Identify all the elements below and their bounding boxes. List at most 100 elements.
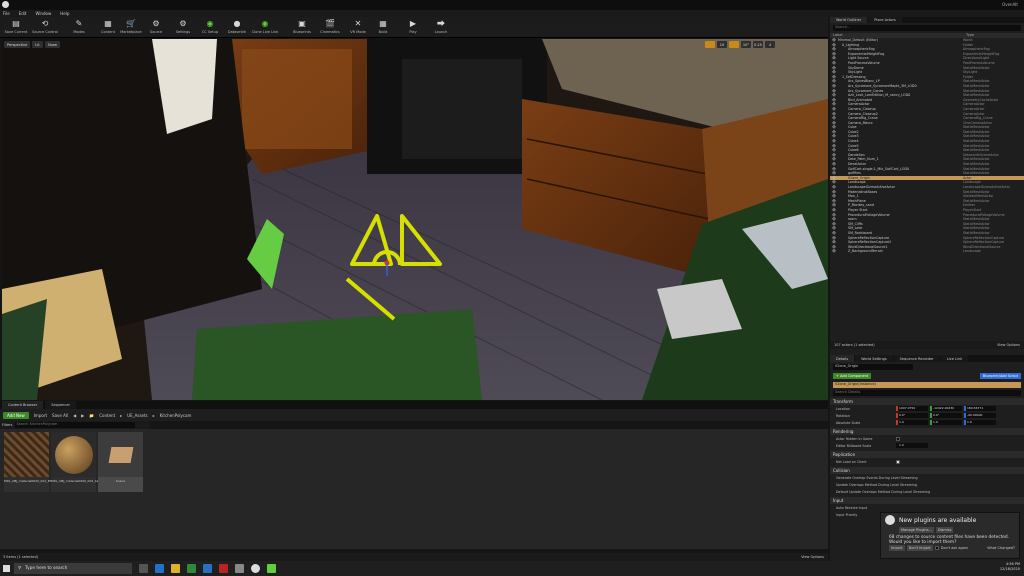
- dismiss-button[interactable]: Dismiss: [935, 527, 954, 533]
- lit-button[interactable]: Lit: [32, 41, 43, 48]
- location-z[interactable]: 180.56771: [964, 406, 996, 411]
- input-section[interactable]: Input: [830, 497, 1024, 504]
- source-control-icon: ⟲: [41, 19, 49, 28]
- modes-button[interactable]: ✎ Modes: [64, 18, 94, 34]
- back-arrow-icon[interactable]: ◀: [73, 413, 76, 418]
- tab-content-browser[interactable]: Content Browser: [2, 401, 44, 409]
- iclone-icon[interactable]: [267, 564, 276, 573]
- scale-snap-value[interactable]: 0.25: [753, 41, 763, 48]
- details-search-input[interactable]: Search Details: [833, 390, 1021, 396]
- add-component-button[interactable]: + Add Component: [833, 373, 872, 379]
- task-view-icon[interactable]: [139, 564, 148, 573]
- component-instance[interactable]: iClone_Origin(Instance): [833, 382, 1021, 388]
- add-new-button[interactable]: Add New: [3, 411, 29, 419]
- camera-speed[interactable]: 4: [765, 41, 775, 48]
- cc-setup-button[interactable]: ◉ CC Setup: [195, 18, 225, 34]
- chrome-icon[interactable]: [187, 564, 196, 573]
- windows-start-icon[interactable]: [3, 565, 10, 572]
- launch-button[interactable]: ⮕ Launch: [426, 18, 456, 34]
- asset-tile[interactable]: MDL_OBJ_material0000_002_baked: [51, 432, 104, 492]
- dont-import-button[interactable]: Don't Import: [906, 545, 933, 551]
- import-changes-button[interactable]: Import: [889, 545, 905, 551]
- scale-x[interactable]: 1.0: [896, 420, 928, 425]
- tab-world-settings[interactable]: World Settings: [855, 355, 893, 362]
- grid-snap-value[interactable]: 10: [717, 41, 727, 48]
- tab-world-outliner[interactable]: World Outliner: [830, 17, 868, 23]
- tab-sequencer[interactable]: Sequencer: [45, 401, 76, 409]
- billboard-field[interactable]: 1.0: [896, 443, 928, 448]
- asset-search-input[interactable]: Search KitchenPolycam: [14, 422, 135, 428]
- asset-tile[interactable]: MDL_OBJ_material0000_001_Bt_part_diffuse: [4, 432, 70, 492]
- cinematics-button[interactable]: 🎬 Cinematics: [315, 18, 345, 34]
- save-all-button[interactable]: Save All: [52, 413, 68, 418]
- tab-details[interactable]: Details: [830, 355, 855, 362]
- menu-item-edit[interactable]: Edit: [19, 11, 27, 16]
- filters-button[interactable]: Filters: [2, 423, 13, 427]
- unreal-engine-icon[interactable]: [251, 564, 260, 573]
- rotation-z[interactable]: -90.00000: [964, 413, 996, 418]
- location-row: Location 1007.0750 -12422.00230 180.5677…: [830, 405, 1024, 412]
- system-clock[interactable]: 4:56 PM 12/18/2020: [1000, 562, 1020, 572]
- save-current-button[interactable]: ▤ Save Current: [1, 18, 31, 34]
- play-button[interactable]: ▶ Play: [398, 18, 428, 34]
- rotation-x[interactable]: 0.0°: [896, 413, 928, 418]
- what-changed-link[interactable]: What Changed?: [987, 546, 1015, 550]
- dont-ask-checkbox[interactable]: [934, 546, 939, 550]
- level-viewport[interactable]: [2, 39, 828, 400]
- collision-section[interactable]: Collision: [830, 467, 1024, 474]
- netload-checkbox[interactable]: [896, 459, 900, 464]
- transform-section[interactable]: Transform: [830, 398, 1024, 405]
- menu-item-file[interactable]: File: [3, 11, 10, 16]
- perspective-button[interactable]: Perspective: [4, 41, 31, 48]
- edge-icon[interactable]: [155, 564, 164, 573]
- source-button[interactable]: ⚙ Source: [141, 18, 171, 34]
- build-button[interactable]: ▦ Build: [368, 18, 398, 34]
- unreal-logo-icon[interactable]: [2, 1, 9, 8]
- hidden-checkbox[interactable]: [896, 436, 900, 441]
- show-button[interactable]: Show: [44, 41, 61, 48]
- scale-y[interactable]: 1.0: [930, 420, 962, 425]
- blueprint-button[interactable]: Blueprint/Add Script: [979, 373, 1021, 379]
- tab-live-link[interactable]: Live Link: [940, 355, 969, 362]
- menu-item-window[interactable]: Window: [35, 11, 51, 16]
- location-y[interactable]: -12422.00230: [930, 406, 962, 411]
- file-explorer-icon[interactable]: [171, 564, 180, 573]
- grid-snap-toggle[interactable]: [705, 41, 715, 48]
- rendering-section[interactable]: Rendering: [830, 428, 1024, 435]
- tab-place-actors[interactable]: Place Actors: [868, 17, 902, 23]
- acrobat-icon[interactable]: [219, 564, 228, 573]
- clone-live-link-button[interactable]: ◉ Clone Live Link: [250, 18, 280, 34]
- title-bar: OvenAlt: [0, 0, 1024, 10]
- outliner-search-input[interactable]: Search...: [833, 25, 1021, 31]
- forward-arrow-icon[interactable]: ▶: [81, 413, 84, 418]
- view-options-button[interactable]: View Options: [801, 555, 824, 559]
- rotate-snap-value[interactable]: 10°: [741, 41, 751, 48]
- actor-name-field[interactable]: iClone_Origin: [833, 364, 913, 370]
- outliner-view-options[interactable]: View Options: [997, 343, 1020, 347]
- blueprints-button[interactable]: ▣ Blueprints: [287, 18, 317, 34]
- datasmith-button[interactable]: ● Datasmith: [222, 18, 252, 34]
- content-browser-tabs: Content Browser Sequencer: [0, 401, 828, 409]
- netload-label: Net Load on Client: [836, 459, 867, 464]
- paint-icon[interactable]: [235, 564, 244, 573]
- settings-button[interactable]: ⚙ Settings: [168, 18, 198, 34]
- import-button[interactable]: Import: [34, 413, 47, 418]
- path-segment-content[interactable]: Content: [99, 413, 115, 418]
- photos-icon[interactable]: [203, 564, 212, 573]
- path-segment-kitchen[interactable]: KitchenPolycam: [160, 413, 192, 418]
- tab-sequence-recorder[interactable]: Sequence Recorder: [893, 355, 940, 362]
- toolbar-label: Marketplace: [120, 30, 142, 34]
- source-control-button[interactable]: ⟲ Source Control: [30, 18, 60, 34]
- menu-item-help[interactable]: Help: [60, 11, 69, 16]
- rotation-y[interactable]: 0.0°: [930, 413, 962, 418]
- asset-tile-selected[interactable]: Scene: [98, 432, 143, 492]
- outliner-row[interactable]: 👁 Z_BackgroundTerrain Landscape: [830, 249, 1024, 254]
- visibility-eye-icon[interactable]: 👁: [830, 249, 838, 254]
- taskbar-search[interactable]: ⚲ Type here to search: [14, 563, 132, 574]
- path-segment-ue-assets[interactable]: UE_Assets: [127, 413, 147, 418]
- scale-z[interactable]: 1.0: [964, 420, 996, 425]
- manage-plugins-button[interactable]: Manage Plugins...: [899, 527, 934, 533]
- location-x[interactable]: 1007.0750: [896, 406, 928, 411]
- rotate-snap-toggle[interactable]: [729, 41, 739, 48]
- replication-section[interactable]: Replication: [830, 451, 1024, 458]
